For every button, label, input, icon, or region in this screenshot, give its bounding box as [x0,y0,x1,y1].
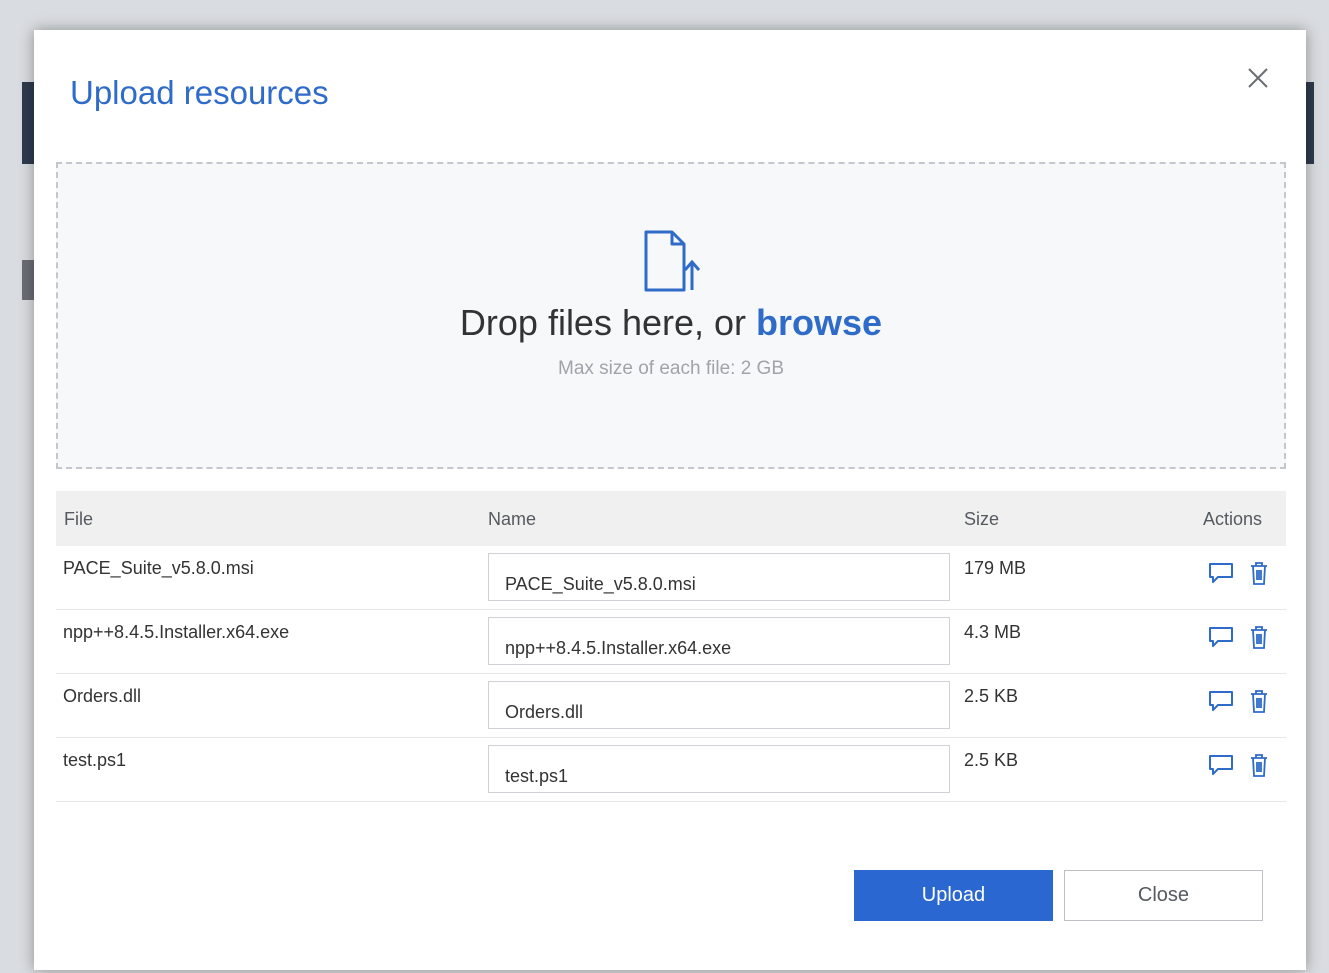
table-header: File Name Size Actions [56,491,1286,546]
close-icon[interactable] [1244,64,1272,92]
comment-icon[interactable] [1208,688,1234,714]
dropzone-text: Drop files here, or browse [58,302,1284,344]
file-upload-icon [642,228,704,294]
upload-dialog: Upload resources Drop files here, or bro… [34,30,1306,970]
trash-icon[interactable] [1246,752,1272,778]
size-cell: 2.5 KB [964,686,1019,706]
dialog-title: Upload resources [70,74,329,111]
file-cell: PACE_Suite_v5.8.0.msi [63,558,254,578]
column-header-name: Name [488,509,537,529]
browse-link[interactable]: browse [756,302,882,343]
trash-icon[interactable] [1246,560,1272,586]
name-input[interactable] [488,681,950,729]
max-size-hint: Max size of each file: 2 GB [558,358,784,379]
comment-icon[interactable] [1208,560,1234,586]
table-row: Orders.dll 2.5 KB [56,674,1286,738]
comment-icon[interactable] [1208,752,1234,778]
trash-icon[interactable] [1246,688,1272,714]
column-header-file: File [64,509,94,529]
column-header-actions: Actions [1203,509,1263,529]
name-input[interactable] [488,745,950,793]
trash-icon[interactable] [1246,624,1272,650]
file-dropzone[interactable]: Drop files here, or browse Max size of e… [56,162,1286,469]
size-cell: 2.5 KB [964,750,1019,770]
close-button[interactable]: Close [1064,870,1263,921]
size-cell: 4.3 MB [964,622,1022,642]
name-input[interactable] [488,617,950,665]
table-row: test.ps1 2.5 KB [56,738,1286,802]
upload-button[interactable]: Upload [854,870,1053,921]
file-cell: npp++8.4.5.Installer.x64.exe [63,622,290,642]
name-input[interactable] [488,553,950,601]
size-cell: 179 MB [964,558,1027,578]
table-row: npp++8.4.5.Installer.x64.exe 4.3 MB [56,610,1286,674]
dropzone-prompt: Drop files here, or [459,302,757,343]
file-cell: Orders.dll [63,686,142,706]
comment-icon[interactable] [1208,624,1234,650]
column-header-size: Size [964,509,1000,529]
file-cell: test.ps1 [63,750,127,770]
table-row: PACE_Suite_v5.8.0.msi 179 MB [56,546,1286,610]
